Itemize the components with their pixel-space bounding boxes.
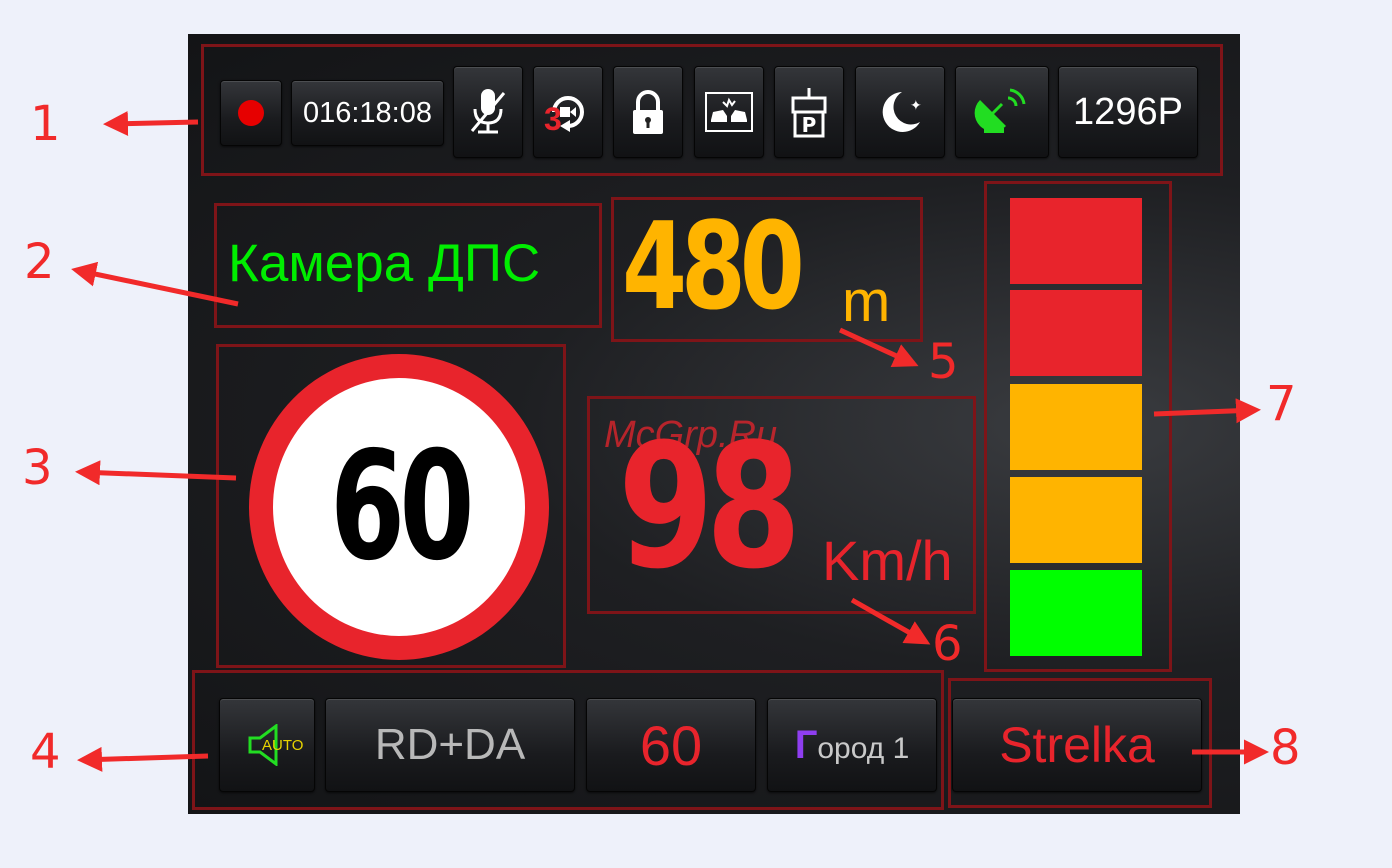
timer-text: 016:18:08 bbox=[302, 96, 432, 129]
callout-4: 4 bbox=[30, 724, 61, 780]
lock-button[interactable] bbox=[613, 66, 683, 158]
watermark: McGrp.Ru bbox=[604, 414, 778, 456]
svg-text:✦: ✦ bbox=[910, 98, 922, 114]
callout-2: 2 bbox=[24, 234, 55, 290]
city-label: ород 1 bbox=[817, 732, 910, 765]
callout-7: 7 bbox=[1266, 376, 1297, 432]
timer-display: 016:18:08 bbox=[291, 80, 444, 146]
distance-unit: m bbox=[842, 269, 891, 334]
callout-1: 1 bbox=[30, 96, 61, 152]
speed-limit-setting-label: 60 bbox=[639, 713, 703, 777]
city-mode-button[interactable]: Г ород 1 bbox=[767, 698, 937, 792]
replay-badge: 3 bbox=[544, 101, 562, 137]
volume-mode-label: AUTO bbox=[262, 737, 304, 754]
speed-limit-setting-button[interactable]: 60 bbox=[586, 698, 756, 792]
collision-icon bbox=[705, 92, 753, 132]
record-button[interactable] bbox=[220, 80, 282, 146]
camera-label: Камера ДПС bbox=[228, 234, 541, 293]
signal-bar-2 bbox=[1010, 290, 1142, 376]
callout-3: 3 bbox=[22, 440, 53, 496]
record-dot-icon bbox=[238, 100, 264, 126]
signal-bar-3 bbox=[1010, 384, 1142, 470]
city-prefix: Г bbox=[794, 722, 818, 767]
callout-5: 5 bbox=[928, 334, 959, 390]
radar-mode-button[interactable]: RD+DA bbox=[325, 698, 575, 792]
radar-mode-label: RD+DA bbox=[374, 720, 526, 769]
mic-muted-icon bbox=[470, 89, 506, 134]
svg-text:P: P bbox=[802, 113, 817, 137]
lock-icon bbox=[633, 90, 663, 134]
speed-unit: Km/h bbox=[822, 529, 953, 592]
signal-bar-4 bbox=[1010, 477, 1142, 563]
strelka-button[interactable]: Strelka bbox=[952, 698, 1202, 792]
signal-bar-1 bbox=[1010, 198, 1142, 284]
strelka-label: Strelka bbox=[999, 717, 1155, 773]
gps-button[interactable] bbox=[955, 66, 1049, 158]
distance-value: 480 bbox=[622, 198, 805, 337]
volume-auto-button[interactable]: AUTO bbox=[219, 698, 315, 792]
speed-limit-value: 60 bbox=[329, 420, 475, 594]
night-mode-icon: ✦ bbox=[882, 92, 922, 132]
speed-limit-sign: 60 bbox=[249, 354, 549, 660]
loop-recording-button[interactable]: 3 bbox=[533, 66, 603, 158]
callout-arrow-1 bbox=[103, 111, 199, 137]
callout-8: 8 bbox=[1270, 720, 1301, 776]
parking-button[interactable]: P bbox=[774, 66, 844, 158]
satellite-dish-icon bbox=[974, 88, 1026, 133]
signal-bar-5 bbox=[1010, 570, 1142, 656]
resolution-button[interactable]: 1296P bbox=[1058, 66, 1198, 158]
resolution-text: 1296P bbox=[1073, 90, 1183, 133]
collision-button[interactable] bbox=[694, 66, 764, 158]
callout-6: 6 bbox=[932, 616, 963, 672]
mic-button[interactable] bbox=[453, 66, 523, 158]
parking-icon: P bbox=[791, 88, 827, 138]
night-mode-button[interactable]: ✦ bbox=[855, 66, 945, 158]
